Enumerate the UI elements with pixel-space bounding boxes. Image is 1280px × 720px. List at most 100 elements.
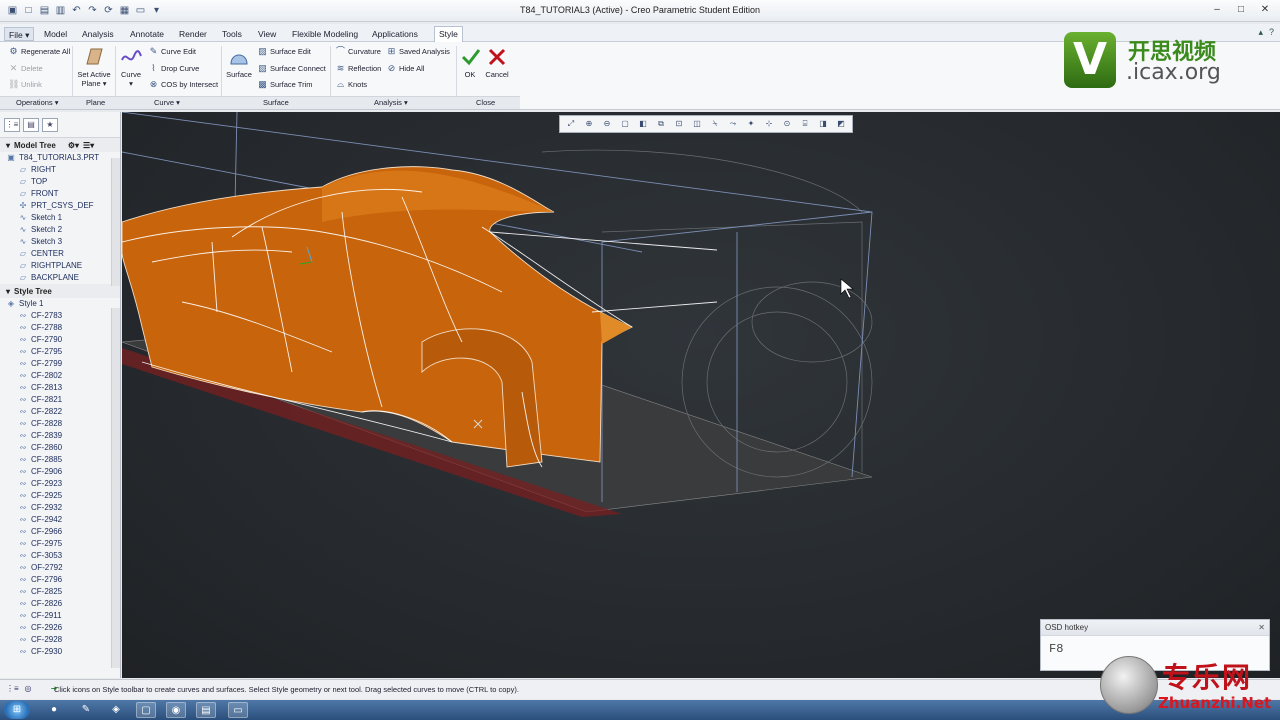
graphics-viewport[interactable]: ⤢ ⊕ ⊖ ▢ ◧ ⧉ ⊡ ◫ ⍀ ⤳ ✦ ⊹ ⊙ ⌸ ◨ ◩ <box>122 112 1280 678</box>
style-tree-item[interactable]: ∾ CF-2911 <box>0 610 120 622</box>
operations-group-label[interactable]: Operations ▾ <box>16 98 59 107</box>
model-tree-item[interactable]: ∿ Sketch 3 <box>0 236 120 248</box>
tab-tools[interactable]: Tools <box>218 27 246 41</box>
repaint-icon[interactable]: ▢ <box>617 117 633 131</box>
style-tree-item[interactable]: ∾ CF-2783 <box>0 310 120 322</box>
style-tree-item[interactable]: ∾ CF-2885 <box>0 454 120 466</box>
ok-button[interactable]: OK <box>460 46 481 79</box>
set-active-plane-button[interactable]: Set Active Plane ▾ <box>76 46 112 88</box>
creo-icon[interactable]: ▤ <box>196 702 216 718</box>
model-tree-item[interactable]: ▱ FRONT <box>0 188 120 200</box>
delete-button[interactable]: ✕ Delete <box>8 63 43 74</box>
style-tree-item[interactable]: ∾ CF-2799 <box>0 358 120 370</box>
style-tree-item[interactable]: ∾ CF-2813 <box>0 382 120 394</box>
curve-group-label[interactable]: Curve ▾ <box>154 98 180 107</box>
style-tree-item[interactable]: ∾ CF-2795 <box>0 346 120 358</box>
model-tree-scrollbar[interactable] <box>111 158 120 286</box>
tab-file[interactable]: File ▾ <box>4 27 35 41</box>
start-button[interactable]: ⊞ <box>4 701 30 719</box>
browser-icon[interactable]: ◉ <box>166 702 186 718</box>
reflection-button[interactable]: ≋ Reflection <box>335 63 382 74</box>
curve-button[interactable]: Curve ▾ <box>118 46 144 88</box>
surface-button[interactable]: Surface <box>224 46 254 79</box>
regenerate-all-button[interactable]: ⚙ Regenerate All <box>8 46 70 57</box>
minimize-ribbon-icon[interactable]: ▴ <box>1258 27 1263 38</box>
style-tree-item[interactable]: ∾ CF-2822 <box>0 406 120 418</box>
curve-display-icon[interactable]: ⤳ <box>725 117 741 131</box>
display-style-icon[interactable]: ◧ <box>635 117 651 131</box>
model-tree-item[interactable]: ▱ CENTER <box>0 248 120 260</box>
saved-orientations-icon[interactable]: ⧉ <box>653 117 669 131</box>
style-tree-scrollbar[interactable] <box>111 308 120 668</box>
cancel-button[interactable]: Cancel <box>484 46 510 79</box>
refit-icon[interactable]: ⤢ <box>563 117 579 131</box>
tab-applications[interactable]: Applications <box>368 27 422 41</box>
view-manager-icon[interactable]: ⊡ <box>671 117 687 131</box>
tab-model[interactable]: Model <box>40 27 71 41</box>
model-tree-item[interactable]: ∿ Sketch 1 <box>0 212 120 224</box>
unlink-button[interactable]: ⛓ Unlink <box>8 79 42 90</box>
saved-analysis-button[interactable]: ⊞ Saved Analysis <box>386 46 450 57</box>
style-tree-item[interactable]: ∾ CF-2826 <box>0 598 120 610</box>
surface-connect-button[interactable]: ▧ Surface Connect <box>257 63 326 74</box>
drop-curve-button[interactable]: ⌇ Drop Curve <box>148 63 199 74</box>
style-tree-header[interactable]: ▾ Style Tree <box>0 284 120 298</box>
model-tree-item[interactable]: ✣ PRT_CSYS_DEF <box>0 200 120 212</box>
style-tree-item[interactable]: ∾ CF-2930 <box>0 646 120 658</box>
style-tree-item[interactable]: ∾ CF-2788 <box>0 322 120 334</box>
minimize-button[interactable]: – <box>1206 2 1228 18</box>
style-tree-item[interactable]: ∾ CF-2796 <box>0 574 120 586</box>
style-tree-item[interactable]: ∾ CF-2828 <box>0 418 120 430</box>
style-tree-item[interactable]: ∾ CF-3053 <box>0 550 120 562</box>
datum-display-icon[interactable]: ⍀ <box>707 117 723 131</box>
folder-browser-icon[interactable]: ▤ <box>23 118 39 132</box>
model-tree-item[interactable]: ∿ Sketch 2 <box>0 224 120 236</box>
navigator-toggle-icon[interactable]: ⋮≡ <box>6 683 19 695</box>
tab-render[interactable]: Render <box>175 27 211 41</box>
tree-filter-icon[interactable]: ☰▾ <box>83 141 94 150</box>
curvature-button[interactable]: ⌒ Curvature <box>335 46 381 57</box>
close-icon[interactable]: ✕ <box>1258 623 1265 632</box>
style-tree-item[interactable]: ∾ CF-2966 <box>0 526 120 538</box>
style-tree-item[interactable]: ∾ CF-2928 <box>0 634 120 646</box>
zoom-in-icon[interactable]: ⊕ <box>581 117 597 131</box>
style-tree-item[interactable]: ∾ CF-2802 <box>0 370 120 382</box>
help-icon[interactable]: ? <box>1269 27 1274 38</box>
style-tree-item[interactable]: ∾ CF-2923 <box>0 478 120 490</box>
zoom-out-icon[interactable]: ⊖ <box>599 117 615 131</box>
media-player-icon[interactable]: ● <box>44 702 64 718</box>
car-model-3d[interactable] <box>122 112 1280 678</box>
style-tree-item[interactable]: ∾ CF-2932 <box>0 502 120 514</box>
style-tree-item[interactable]: ∾ CF-2839 <box>0 430 120 442</box>
reference-display-icon[interactable]: ◨ <box>815 117 831 131</box>
tools-icon[interactable]: ✎ <box>76 702 96 718</box>
browser-toggle-icon[interactable]: ◎ <box>22 683 34 695</box>
explorer-icon[interactable]: ▢ <box>136 702 156 718</box>
tab-annotate[interactable]: Annotate <box>126 27 168 41</box>
style-tree-item[interactable]: ∾ CF-2925 <box>0 490 120 502</box>
tab-analysis[interactable]: Analysis <box>78 27 118 41</box>
surface-trim-button[interactable]: ▩ Surface Trim <box>257 79 312 90</box>
close-button[interactable]: ✕ <box>1254 2 1276 18</box>
model-tree-item[interactable]: ▣ T84_TUTORIAL3.PRT <box>0 152 120 164</box>
maximize-button[interactable]: □ <box>1230 2 1252 18</box>
cos-by-intersect-button[interactable]: ⊗ COS by Intersect <box>148 79 218 90</box>
model-tree-item[interactable]: ▱ TOP <box>0 176 120 188</box>
tab-flexible-modeling[interactable]: Flexible Modeling <box>288 27 362 41</box>
style-tree-item[interactable]: ◈ Style 1 <box>0 298 120 310</box>
curve-edit-button[interactable]: ✎ Curve Edit <box>148 46 196 57</box>
model-tree-item[interactable]: ▱ BACKPLANE <box>0 272 120 280</box>
style-tree-item[interactable]: ∾ CF-2926 <box>0 622 120 634</box>
style-tree-item[interactable]: ∾ CF-2906 <box>0 466 120 478</box>
favorites-icon[interactable]: ★ <box>42 118 58 132</box>
tab-view[interactable]: View <box>254 27 280 41</box>
csys-display-icon[interactable]: ⊹ <box>761 117 777 131</box>
hide-all-button[interactable]: ⊘ Hide All <box>386 63 425 74</box>
style-tree-item[interactable]: ∾ OF-2792 <box>0 562 120 574</box>
tree-settings-icon[interactable]: ⚙▾ <box>68 141 79 150</box>
style-tree-item[interactable]: ∾ CF-2975 <box>0 538 120 550</box>
folder-icon[interactable]: ▭ <box>228 702 248 718</box>
style-tree-item[interactable]: ∾ CF-2860 <box>0 442 120 454</box>
analysis-group-label[interactable]: Analysis ▾ <box>374 98 408 107</box>
style-tree-item[interactable]: ∾ CF-2821 <box>0 394 120 406</box>
